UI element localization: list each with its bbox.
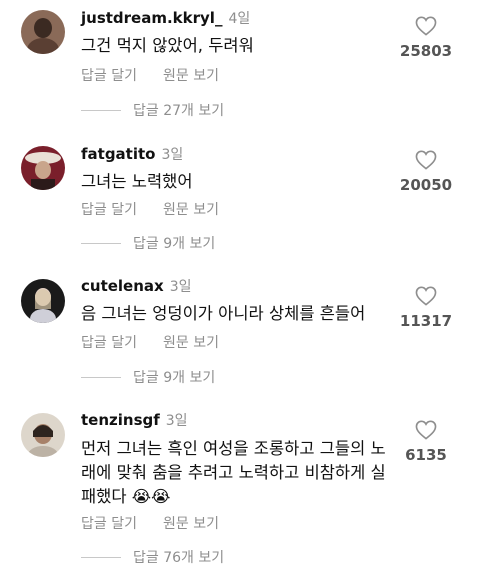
like-count: 6135 bbox=[405, 446, 447, 464]
comment-text: 먼저 그녀는 흑인 여성을 조롱하고 그들의 노래에 맞춰 춤을 추려고 노력하… bbox=[81, 439, 386, 506]
see-original-button[interactable]: 원문 보기 bbox=[163, 202, 219, 218]
like-count: 20050 bbox=[399, 176, 453, 194]
avatar[interactable] bbox=[21, 146, 65, 190]
avatar[interactable] bbox=[21, 279, 65, 323]
view-replies-label: 답글 76개 보기 bbox=[133, 550, 225, 566]
reply-button[interactable]: 답글 달기 bbox=[81, 202, 137, 218]
comment-age: 4일 bbox=[228, 11, 251, 27]
like-control: 20050 bbox=[398, 150, 454, 194]
username[interactable]: fatgatito bbox=[81, 145, 155, 163]
avatar[interactable] bbox=[21, 10, 65, 54]
like-control: 11317 bbox=[398, 286, 454, 330]
comment-age: 3일 bbox=[165, 413, 188, 429]
divider bbox=[81, 376, 121, 378]
view-replies-label: 답글 9개 보기 bbox=[133, 236, 216, 252]
heart-icon[interactable] bbox=[415, 286, 437, 306]
view-replies-label: 답글 27개 보기 bbox=[133, 103, 225, 119]
divider bbox=[81, 242, 121, 244]
divider bbox=[81, 109, 121, 111]
comment-text: 그건 먹지 않았어, 두려워 bbox=[81, 36, 254, 55]
heart-icon[interactable] bbox=[415, 16, 437, 36]
username[interactable]: tenzinsgf bbox=[81, 411, 160, 429]
comment-text: 음 그녀는 엉덩이가 아니라 상체를 흔들어 bbox=[81, 304, 366, 323]
view-replies-button[interactable]: 답글 9개 보기 bbox=[81, 367, 215, 387]
username[interactable]: cutelenax bbox=[81, 277, 164, 295]
heart-icon[interactable] bbox=[415, 150, 437, 170]
reply-button[interactable]: 답글 달기 bbox=[81, 68, 137, 84]
avatar[interactable] bbox=[21, 413, 65, 457]
comment-text: 그녀는 노력했어 bbox=[81, 172, 193, 191]
reply-button[interactable]: 답글 달기 bbox=[81, 516, 137, 532]
comment-age: 3일 bbox=[161, 147, 184, 163]
reply-button[interactable]: 답글 달기 bbox=[81, 335, 137, 351]
see-original-button[interactable]: 원문 보기 bbox=[163, 68, 219, 84]
view-replies-button[interactable]: 답글 27개 보기 bbox=[81, 100, 224, 120]
view-replies-button[interactable]: 답글 9개 보기 bbox=[81, 233, 215, 253]
username[interactable]: justdream.kkryl_ bbox=[81, 9, 222, 27]
divider bbox=[81, 556, 121, 558]
like-count: 25803 bbox=[399, 42, 453, 60]
see-original-button[interactable]: 원문 보기 bbox=[163, 516, 219, 532]
see-original-button[interactable]: 원문 보기 bbox=[163, 335, 219, 351]
like-control: 25803 bbox=[398, 16, 454, 60]
comment-age: 3일 bbox=[169, 279, 192, 295]
view-replies-button[interactable]: 답글 76개 보기 bbox=[81, 547, 224, 567]
view-replies-label: 답글 9개 보기 bbox=[133, 370, 216, 386]
like-count: 11317 bbox=[399, 312, 453, 330]
heart-icon[interactable] bbox=[415, 420, 437, 440]
like-control: 6135 bbox=[398, 420, 454, 464]
